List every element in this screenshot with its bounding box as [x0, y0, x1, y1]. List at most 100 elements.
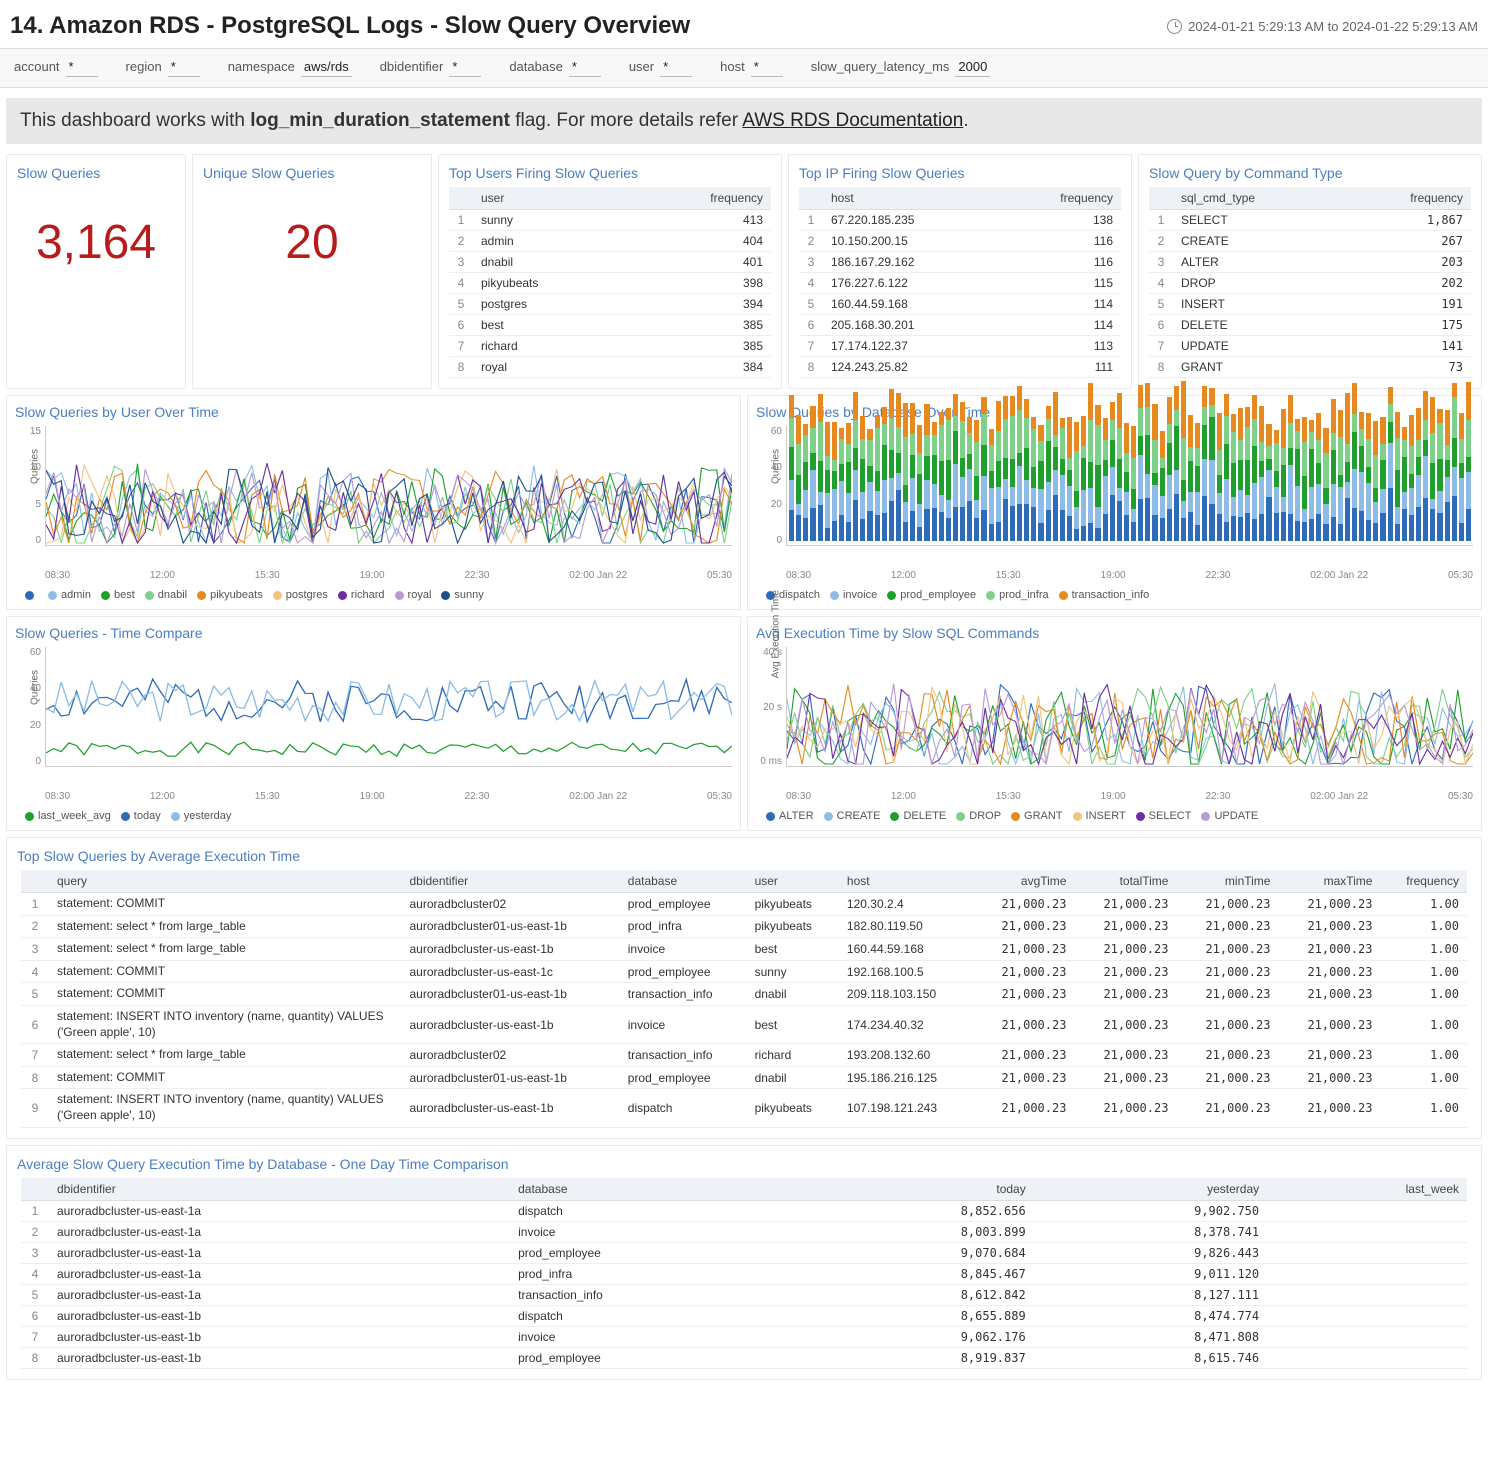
- table-row[interactable]: 5postgres394: [449, 294, 771, 315]
- aws-docs-link[interactable]: AWS RDS Documentation: [742, 110, 963, 131]
- table-row[interactable]: 8auroradbcluster-us-east-1bprod_employee…: [21, 1347, 1467, 1368]
- legend-item[interactable]: DELETE: [890, 810, 946, 822]
- table-row[interactable]: 6205.168.30.201114: [799, 315, 1121, 336]
- panel-chart-exec-time: Avg Execution Time by Slow SQL Commands …: [747, 616, 1482, 831]
- filter-value[interactable]: *: [449, 59, 481, 77]
- table-row[interactable]: 1statement: COMMITauroradbcluster02prod_…: [21, 893, 1467, 916]
- filter-value[interactable]: aws/rds: [301, 59, 352, 77]
- filter-value[interactable]: *: [660, 59, 692, 77]
- table-row[interactable]: 4176.227.6.122115: [799, 273, 1121, 294]
- table-row[interactable]: 2CREATE267: [1149, 231, 1471, 252]
- panel-by-cmd: Slow Query by Command Type sql_cmd_typef…: [1138, 154, 1482, 389]
- chart-plot[interactable]: [45, 426, 732, 546]
- table-row[interactable]: 717.174.122.37113: [799, 336, 1121, 357]
- table-row[interactable]: 3186.167.29.162116: [799, 252, 1121, 273]
- panel-title: Average Slow Query Execution Time by Dat…: [17, 1156, 1471, 1172]
- legend-item[interactable]: best: [101, 589, 135, 601]
- legend-item[interactable]: prod_employee: [887, 589, 976, 601]
- legend: admin best dnabil pikyubeats postgres richard…: [25, 589, 732, 601]
- filter-label: namespace: [228, 59, 295, 74]
- legend-item[interactable]: sunny: [441, 589, 483, 601]
- table-row[interactable]: 1sunny413: [449, 210, 771, 231]
- legend-item[interactable]: richard: [338, 589, 385, 601]
- legend-item[interactable]: prod_infra: [986, 589, 1049, 601]
- filter-database[interactable]: database*: [509, 59, 601, 77]
- table-row[interactable]: 9statement: INSERT INTO inventory (name,…: [21, 1089, 1467, 1127]
- legend-item[interactable]: dnabil: [145, 589, 187, 601]
- table-row[interactable]: 6auroradbcluster-us-east-1bdispatch8,655…: [21, 1305, 1467, 1326]
- table-row[interactable]: 2auroradbcluster-us-east-1ainvoice8,003.…: [21, 1221, 1467, 1242]
- panel-chart-by-user: Slow Queries by User Over Time Queries 1…: [6, 395, 741, 610]
- legend-item[interactable]: today: [121, 810, 161, 822]
- filter-value[interactable]: *: [569, 59, 601, 77]
- legend-item[interactable]: transaction_info: [1059, 589, 1150, 601]
- y-axis: 6040200: [17, 647, 41, 767]
- clock-icon: [1167, 19, 1182, 34]
- banner-text: .: [963, 110, 968, 131]
- table-row[interactable]: 4auroradbcluster-us-east-1aprod_infra8,8…: [21, 1263, 1467, 1284]
- table-row[interactable]: 5auroradbcluster-us-east-1atransaction_i…: [21, 1284, 1467, 1305]
- legend-item[interactable]: SELECT: [1136, 810, 1192, 822]
- table-row[interactable]: 6best385: [449, 315, 771, 336]
- table-row[interactable]: 167.220.185.235138: [799, 210, 1121, 231]
- time-range-picker[interactable]: 2024-01-21 5:29:13 AM to 2024-01-22 5:29…: [1167, 19, 1478, 34]
- filter-namespace[interactable]: namespace aws/rds: [228, 59, 352, 77]
- legend-item[interactable]: royal: [395, 589, 432, 601]
- chart-plot[interactable]: [786, 426, 1473, 546]
- table-row[interactable]: 8GRANT73: [1149, 357, 1471, 378]
- panel-title: Top Users Firing Slow Queries: [449, 165, 771, 181]
- legend-item[interactable]: last_week_avg: [25, 810, 111, 822]
- panel-chart-time-compare: Slow Queries - Time Compare Queries 6040…: [6, 616, 741, 831]
- legend-item[interactable]: INSERT: [1073, 810, 1126, 822]
- table-row[interactable]: 3ALTER203: [1149, 252, 1471, 273]
- filter-user[interactable]: user*: [629, 59, 692, 77]
- legend-item[interactable]: invoice: [830, 589, 877, 601]
- table-row[interactable]: 8royal384: [449, 357, 771, 378]
- table-row[interactable]: 7UPDATE141: [1149, 336, 1471, 357]
- filter-value[interactable]: *: [751, 59, 783, 77]
- table-row[interactable]: 1auroradbcluster-us-east-1adispatch8,852…: [21, 1200, 1467, 1221]
- filter-account[interactable]: account*: [14, 59, 98, 77]
- table-row[interactable]: 3auroradbcluster-us-east-1aprod_employee…: [21, 1242, 1467, 1263]
- table-row[interactable]: 5INSERT191: [1149, 294, 1471, 315]
- table-row[interactable]: 1SELECT1,867: [1149, 210, 1471, 231]
- table-row[interactable]: 4pikyubeats398: [449, 273, 771, 294]
- table-row[interactable]: 6DELETE175: [1149, 315, 1471, 336]
- chart-plot[interactable]: [786, 647, 1473, 767]
- legend-item[interactable]: GRANT: [1011, 810, 1063, 822]
- y-axis: 6040200: [758, 426, 782, 546]
- legend-item[interactable]: admin: [48, 589, 91, 601]
- table-row[interactable]: 5statement: COMMITauroradbcluster01-us-e…: [21, 983, 1467, 1006]
- table-row[interactable]: 3statement: select * from large_tableaur…: [21, 938, 1467, 961]
- legend-item[interactable]: pikyubeats: [197, 589, 263, 601]
- table-row[interactable]: 4DROP202: [1149, 273, 1471, 294]
- filter-value[interactable]: 2000: [955, 59, 990, 77]
- filter-region[interactable]: region*: [126, 59, 200, 77]
- filter-value[interactable]: *: [168, 59, 200, 77]
- legend-item[interactable]: [25, 589, 38, 601]
- table-row[interactable]: 2admin404: [449, 231, 771, 252]
- legend-item[interactable]: ALTER: [766, 810, 814, 822]
- table-row[interactable]: 4statement: COMMITauroradbcluster-us-eas…: [21, 960, 1467, 983]
- legend-item[interactable]: postgres: [273, 589, 328, 601]
- filter-value[interactable]: *: [66, 59, 98, 77]
- filter-slow_query_latency_ms[interactable]: slow_query_latency_ms2000: [811, 59, 991, 77]
- filter-host[interactable]: host*: [720, 59, 783, 77]
- legend-item[interactable]: yesterday: [171, 810, 232, 822]
- table-row[interactable]: 2statement: select * from large_tableaur…: [21, 915, 1467, 938]
- legend-item[interactable]: UPDATE: [1201, 810, 1258, 822]
- table-row[interactable]: 3dnabil401: [449, 252, 771, 273]
- table-row[interactable]: 8statement: COMMITauroradbcluster01-us-e…: [21, 1066, 1467, 1089]
- table-top-slow: querydbidentifierdatabaseuserhostavgTime…: [21, 870, 1467, 1128]
- legend-item[interactable]: CREATE: [824, 810, 881, 822]
- legend-item[interactable]: DROP: [956, 810, 1001, 822]
- table-row[interactable]: 7statement: select * from large_tableaur…: [21, 1044, 1467, 1067]
- chart-plot[interactable]: [45, 647, 732, 767]
- table-row[interactable]: 7richard385: [449, 336, 771, 357]
- table-row[interactable]: 7auroradbcluster-us-east-1binvoice9,062.…: [21, 1326, 1467, 1347]
- filter-dbidentifier[interactable]: dbidentifier*: [380, 59, 482, 77]
- table-row[interactable]: 5160.44.59.168114: [799, 294, 1121, 315]
- table-row[interactable]: 210.150.200.15116: [799, 231, 1121, 252]
- table-row[interactable]: 6statement: INSERT INTO inventory (name,…: [21, 1005, 1467, 1043]
- table-row[interactable]: 8124.243.25.82111: [799, 357, 1121, 378]
